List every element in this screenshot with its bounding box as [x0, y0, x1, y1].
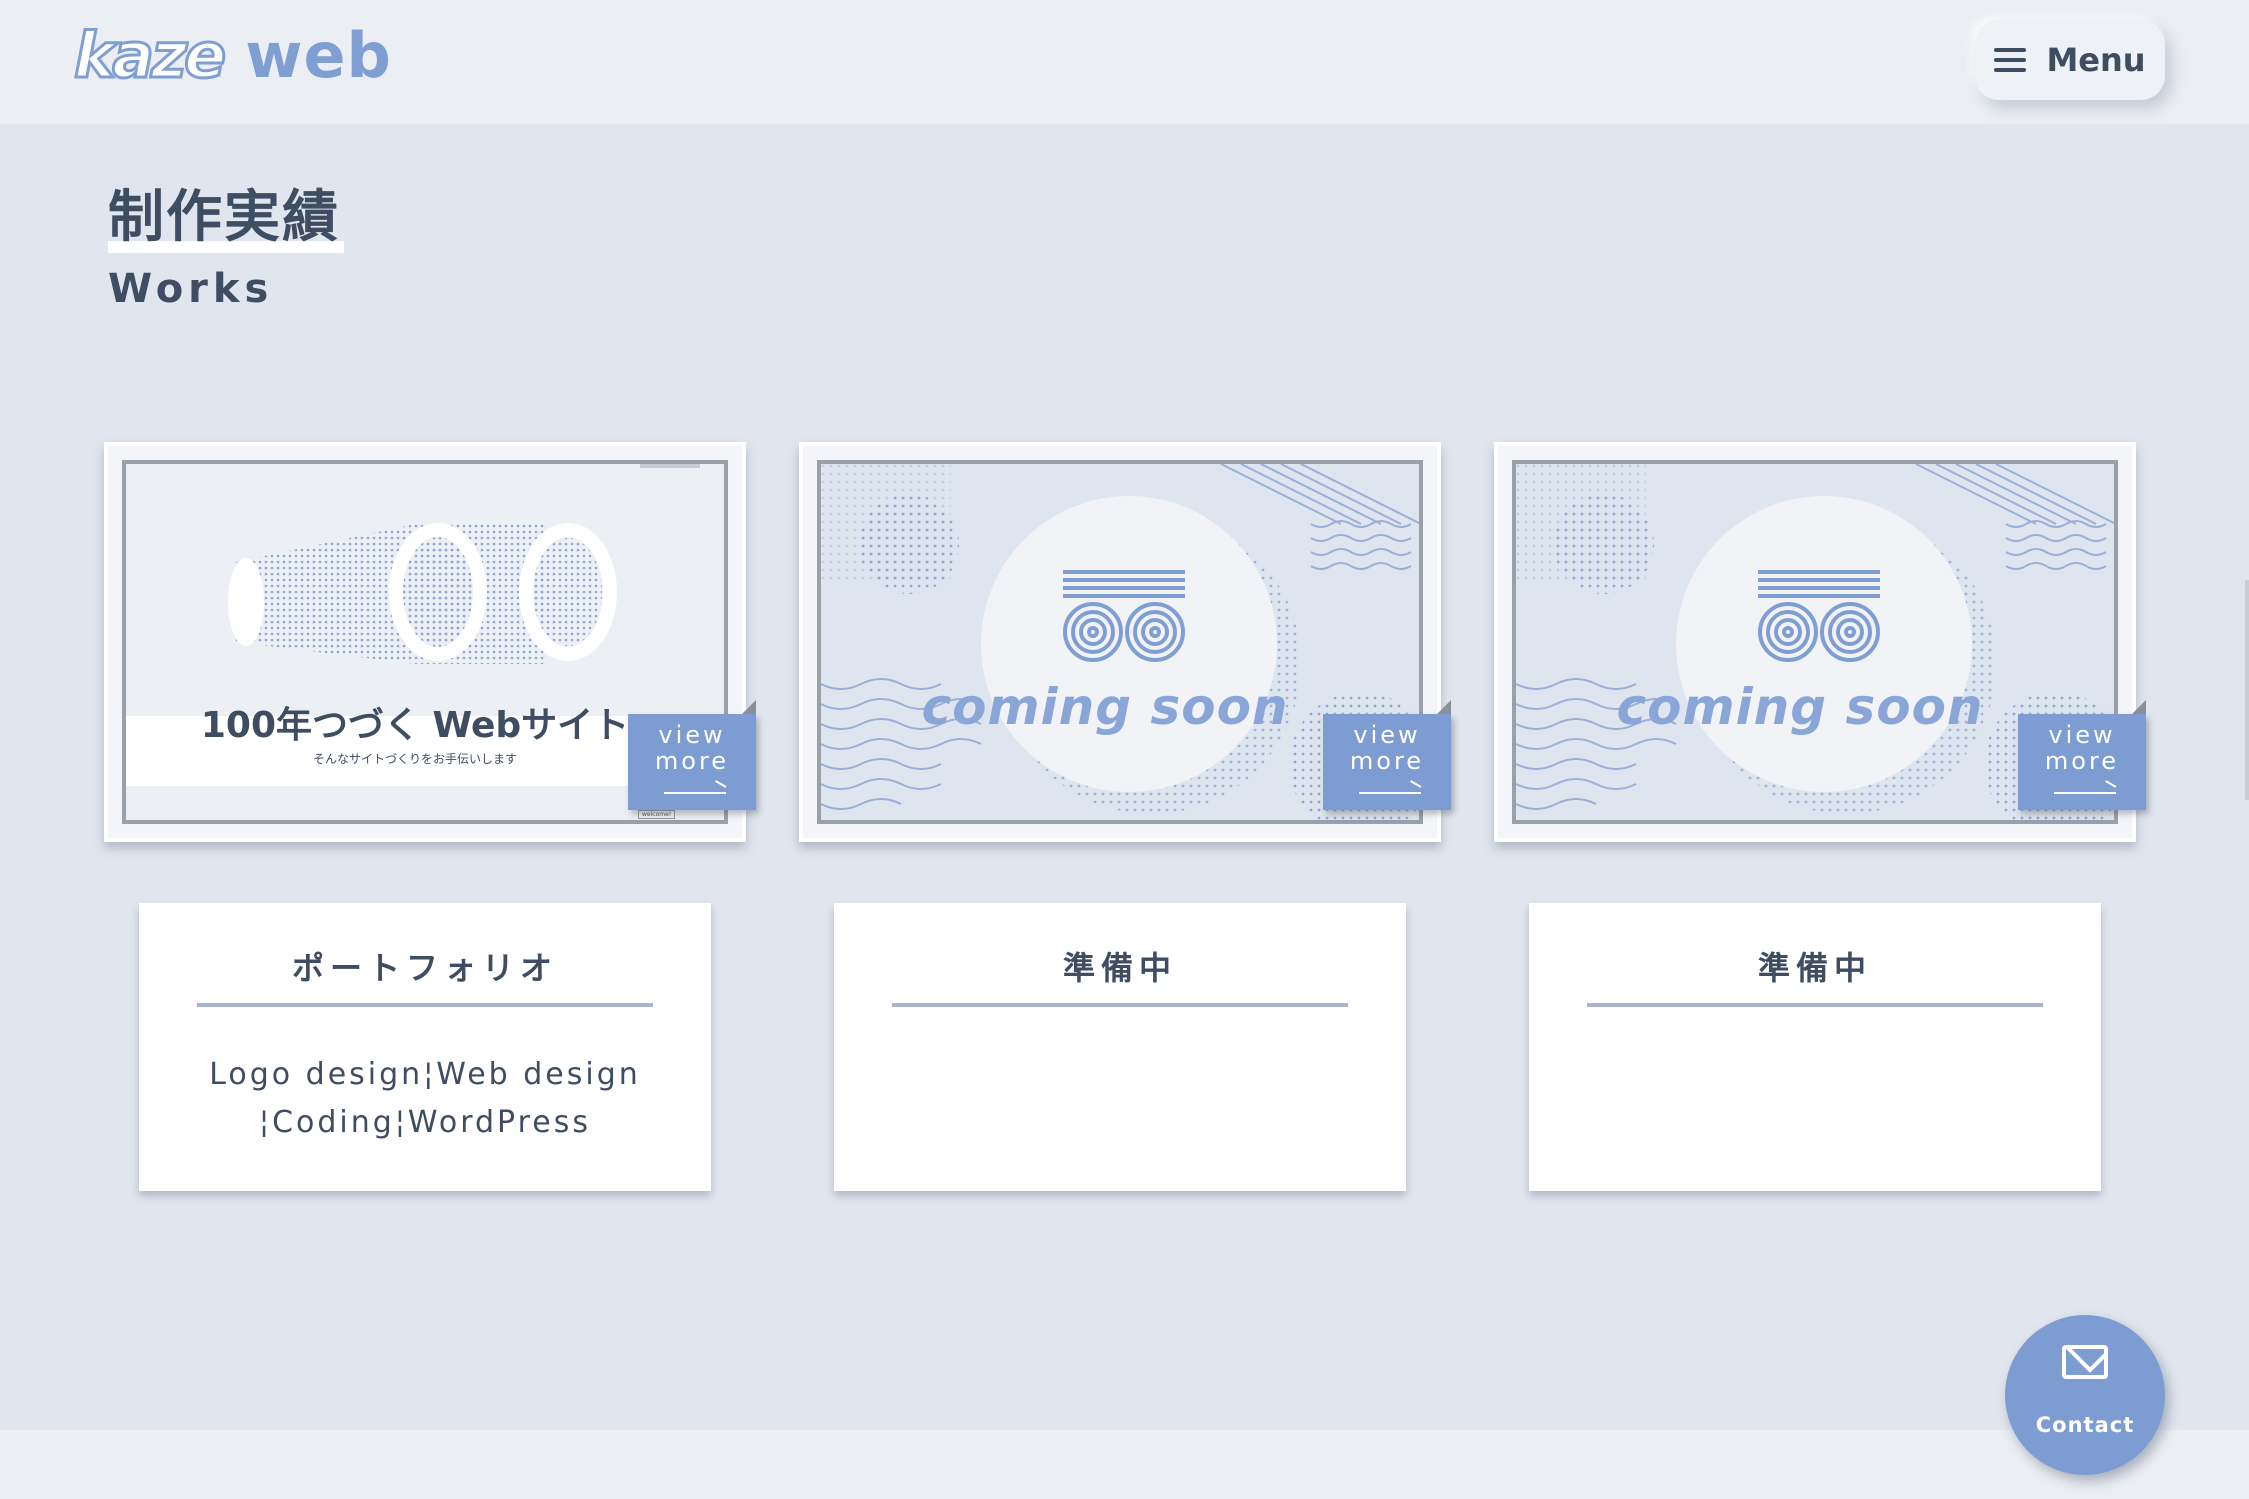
hero-tag: welcome! — [638, 810, 676, 819]
scrollbar[interactable] — [2245, 580, 2249, 800]
page-title: 制作実績 — [108, 172, 344, 253]
logo-kaze-text: kaze — [72, 18, 227, 94]
menu-button[interactable]: Menu — [1975, 20, 2165, 100]
hamburger-icon — [1994, 48, 2027, 72]
arrow-right-icon — [664, 792, 726, 794]
view-more-button[interactable]: view more — [1323, 700, 1451, 810]
footer-band — [0, 1430, 2249, 1499]
arrow-right-icon — [1359, 792, 1421, 794]
view-more-button[interactable]: view more — [2018, 700, 2146, 810]
view-more-label: view more — [2044, 721, 2120, 775]
work-card-coming-soon-2[interactable]: 準備中 — [1529, 903, 2101, 1191]
card-title: 準備中 — [892, 943, 1348, 1007]
contact-label: Contact — [2035, 1413, 2135, 1437]
card-title: 準備中 — [1587, 943, 2043, 1007]
work-thumbnail-portfolio[interactable]: 100年つづく Webサイト そんなサイトづくりをお手伝いします welcome… — [104, 442, 756, 842]
mail-icon — [2062, 1345, 2108, 1379]
menu-label: Menu — [2046, 41, 2146, 79]
view-more-label: view more — [1349, 721, 1425, 775]
page-subtitle: Works — [108, 266, 274, 312]
card-description-line: ¦Coding¦WordPress — [258, 1105, 591, 1140]
card-description: Logo design¦Web design ¦Coding¦WordPress — [139, 1051, 711, 1147]
site-header: kaze web Menu — [0, 0, 2249, 124]
work-thumbnail-coming-soon-1[interactable]: coming soon view more — [799, 442, 1451, 842]
kaze-emblem-icon — [1063, 570, 1185, 662]
view-more-label: view more — [654, 721, 730, 775]
site-logo[interactable]: kaze web — [72, 18, 392, 94]
work-card-portfolio[interactable]: ポートフォリオ Logo design¦Web design ¦Coding¦W… — [139, 903, 711, 1191]
work-card-coming-soon-1[interactable]: 準備中 — [834, 903, 1406, 1191]
work-thumbnail-coming-soon-2[interactable]: coming soon view more — [1494, 442, 2146, 842]
logo-web-text: web — [245, 19, 392, 92]
card-description-line: Logo design¦Web design — [209, 1057, 641, 1092]
kaze-emblem-icon — [1758, 570, 1880, 662]
card-title: ポートフォリオ — [197, 943, 653, 1007]
contact-button[interactable]: Contact — [2005, 1315, 2165, 1475]
arrow-right-icon — [2054, 792, 2116, 794]
view-more-button[interactable]: view more — [628, 700, 756, 810]
